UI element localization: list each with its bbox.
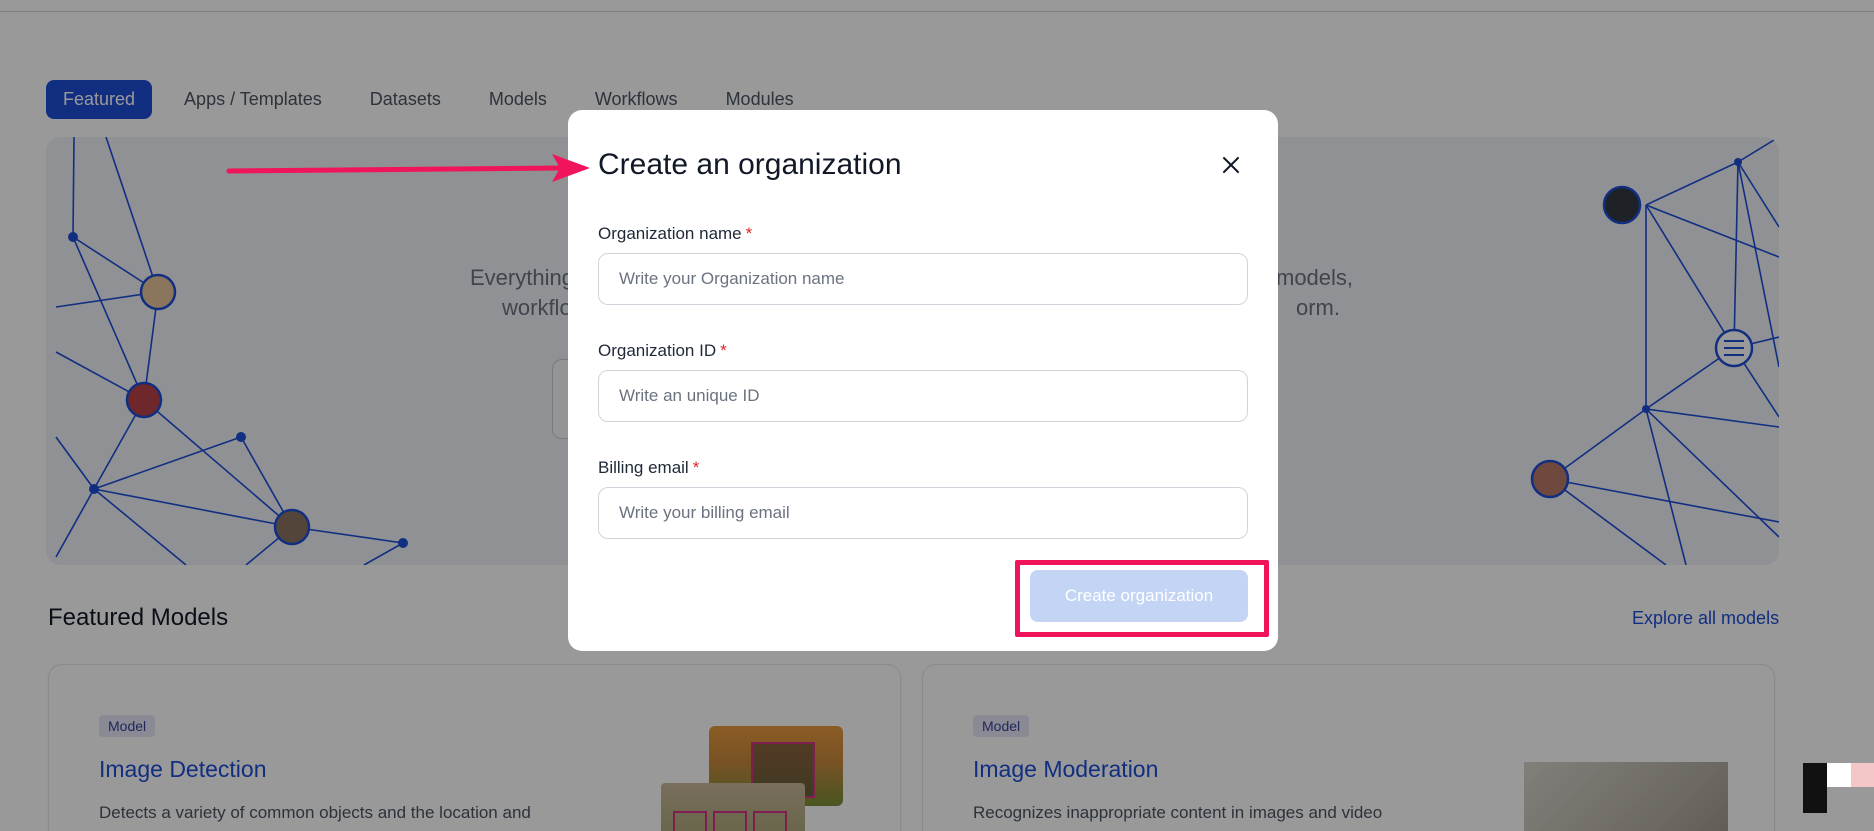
billing-email-input[interactable]: [598, 487, 1248, 539]
corner-decoration: [1851, 763, 1874, 787]
corner-decoration: [1803, 763, 1827, 813]
org-id-input[interactable]: [598, 370, 1248, 422]
corner-decoration: [1827, 763, 1851, 787]
billing-email-label: Billing email *: [598, 458, 700, 477]
org-id-label: Organization ID *: [598, 341, 727, 360]
required-mark: *: [745, 224, 753, 243]
org-name-input[interactable]: [598, 253, 1248, 305]
modal-title: Create an organization: [598, 148, 902, 181]
org-name-label: Organization name *: [598, 224, 753, 243]
annotation-arrow-icon: [226, 154, 590, 182]
required-mark: *: [692, 458, 700, 477]
close-icon[interactable]: [1216, 150, 1246, 180]
annotation-highlight-box: [1015, 560, 1269, 637]
required-mark: *: [720, 341, 727, 360]
